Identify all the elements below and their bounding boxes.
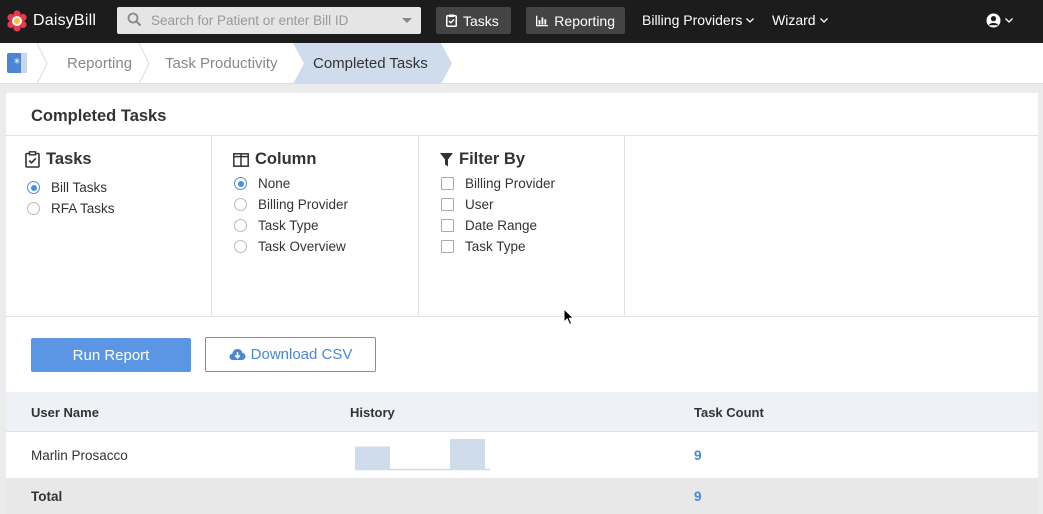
checkbox[interactable] bbox=[441, 177, 454, 190]
task-count-link[interactable]: 9 bbox=[694, 448, 702, 463]
column-header-user-name[interactable]: User Name bbox=[31, 405, 99, 420]
cloud-download-icon bbox=[229, 349, 246, 360]
history-bar bbox=[355, 446, 390, 469]
radio-label: Billing Provider bbox=[258, 197, 349, 212]
checkbox-label: Billing Provider bbox=[465, 176, 556, 191]
breadcrumb-separator bbox=[36, 43, 48, 84]
mouse-cursor-icon bbox=[563, 308, 575, 326]
user-name-cell: Marlin Prosacco bbox=[31, 448, 128, 463]
filter-billing-provider[interactable]: Billing Provider bbox=[441, 176, 555, 191]
radio-label: Task Overview bbox=[258, 239, 346, 254]
bar-chart-icon bbox=[536, 15, 549, 26]
clipboard-check-icon bbox=[446, 14, 457, 27]
filter-date-range[interactable]: Date Range bbox=[441, 218, 537, 233]
radio-button-selected[interactable] bbox=[27, 181, 40, 194]
brand-name: DaisyBill bbox=[33, 12, 97, 29]
radio-button[interactable] bbox=[234, 219, 247, 232]
reporting-button[interactable]: Reporting bbox=[526, 7, 625, 34]
table-row: Marlin Prosacco 9 bbox=[6, 433, 1038, 477]
checkbox-label: Task Type bbox=[465, 239, 526, 254]
total-count-link[interactable]: 9 bbox=[694, 489, 702, 504]
wizard-menu[interactable]: Wizard bbox=[772, 12, 828, 28]
total-label: Total bbox=[31, 489, 63, 504]
clipboard-check-icon bbox=[25, 151, 40, 168]
filter-user[interactable]: User bbox=[441, 197, 494, 212]
breadcrumb-completed-tasks: Completed Tasks bbox=[313, 55, 428, 72]
divider bbox=[624, 136, 625, 317]
radio-label: Task Type bbox=[258, 218, 319, 233]
daisy-logo-icon bbox=[7, 10, 27, 32]
billing-providers-label: Billing Providers bbox=[642, 12, 743, 28]
user-account-menu[interactable] bbox=[986, 13, 1013, 28]
svg-text:*: * bbox=[14, 56, 20, 70]
tasks-button[interactable]: Tasks bbox=[436, 7, 511, 34]
chevron-down-icon bbox=[819, 17, 828, 23]
search-placeholder: Search for Patient or enter Bill ID bbox=[151, 13, 349, 28]
divider bbox=[6, 316, 1038, 317]
filter-group-title: Filter By bbox=[440, 150, 525, 169]
divider bbox=[6, 135, 1038, 136]
radio-bill-tasks[interactable]: Bill Tasks bbox=[27, 180, 107, 195]
download-csv-label: Download CSV bbox=[250, 346, 353, 363]
breadcrumb-separator bbox=[138, 43, 150, 84]
report-panel: Completed Tasks Tasks Bill Tasks RFA Tas… bbox=[6, 93, 1038, 514]
radio-label: RFA Tasks bbox=[51, 201, 115, 216]
checkbox[interactable] bbox=[441, 219, 454, 232]
top-navbar: DaisyBill Search for Patient or enter Bi… bbox=[0, 0, 1043, 43]
radio-column-task-overview[interactable]: Task Overview bbox=[234, 239, 346, 254]
table-total-row: Total 9 bbox=[6, 478, 1038, 514]
breadcrumb-task-productivity[interactable]: Task Productivity bbox=[165, 55, 278, 72]
billing-providers-menu[interactable]: Billing Providers bbox=[642, 12, 755, 28]
checkbox-label: User bbox=[465, 197, 494, 212]
home-icon[interactable]: * bbox=[7, 53, 27, 73]
radio-label: Bill Tasks bbox=[51, 180, 108, 195]
search-icon bbox=[127, 12, 142, 27]
column-group-label: Column bbox=[255, 150, 317, 168]
radio-label: None bbox=[258, 176, 291, 191]
checkbox[interactable] bbox=[441, 240, 454, 253]
divider bbox=[418, 136, 419, 317]
tasks-group-label: Tasks bbox=[46, 150, 92, 168]
radio-column-billing-provider[interactable]: Billing Provider bbox=[234, 197, 348, 212]
breadcrumb: * Reporting Task Productivity Completed … bbox=[0, 43, 1043, 84]
radio-column-task-type[interactable]: Task Type bbox=[234, 218, 319, 233]
column-header-history: History bbox=[350, 405, 395, 420]
column-header-task-count[interactable]: Task Count bbox=[694, 405, 764, 420]
wizard-label: Wizard bbox=[772, 12, 816, 28]
filter-icon bbox=[440, 152, 453, 166]
caret-down-icon[interactable] bbox=[402, 18, 412, 23]
panel-title: Completed Tasks bbox=[31, 107, 167, 125]
run-report-button[interactable]: Run Report bbox=[31, 338, 191, 372]
checkbox-label: Date Range bbox=[465, 218, 538, 233]
reporting-label: Reporting bbox=[554, 12, 615, 29]
tasks-group-title: Tasks bbox=[25, 150, 92, 169]
brand-logo[interactable]: DaisyBill bbox=[6, 9, 96, 33]
chevron-down-icon bbox=[746, 17, 755, 23]
history-sparkline bbox=[355, 439, 490, 471]
radio-button[interactable] bbox=[234, 198, 247, 211]
search-input[interactable]: Search for Patient or enter Bill ID bbox=[117, 7, 421, 34]
radio-column-none[interactable]: None bbox=[234, 176, 290, 191]
checkbox[interactable] bbox=[441, 198, 454, 211]
user-circle-icon bbox=[986, 13, 1001, 28]
breadcrumb-reporting[interactable]: Reporting bbox=[67, 55, 132, 72]
radio-button[interactable] bbox=[234, 240, 247, 253]
tasks-label: Tasks bbox=[463, 12, 499, 29]
history-bar bbox=[450, 439, 485, 469]
column-group-title: Column bbox=[233, 150, 316, 169]
radio-rfa-tasks[interactable]: RFA Tasks bbox=[27, 201, 115, 216]
filter-group-label: Filter By bbox=[459, 150, 526, 168]
radio-button[interactable] bbox=[27, 202, 40, 215]
filter-task-type[interactable]: Task Type bbox=[441, 239, 526, 254]
chevron-down-icon bbox=[1005, 18, 1013, 23]
divider bbox=[211, 136, 212, 317]
download-csv-button[interactable]: Download CSV bbox=[205, 337, 376, 372]
radio-button-selected[interactable] bbox=[234, 177, 247, 190]
table-header: User Name History Task Count bbox=[6, 392, 1038, 432]
columns-icon bbox=[233, 152, 249, 167]
